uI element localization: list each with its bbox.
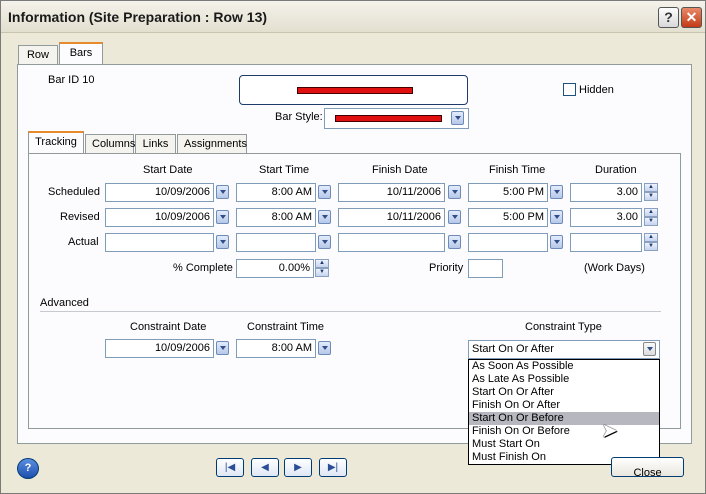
spin-up-icon[interactable]: ▲ bbox=[644, 233, 658, 242]
time-dropdown-icon[interactable] bbox=[550, 185, 563, 199]
bar-preview-swatch bbox=[297, 87, 413, 94]
previous-record-button[interactable]: ◀ bbox=[251, 458, 279, 477]
tab-links[interactable]: Links bbox=[135, 134, 176, 154]
time-dropdown-icon[interactable] bbox=[318, 235, 331, 249]
percent-complete-label: % Complete bbox=[173, 262, 233, 274]
calendar-dropdown-icon[interactable] bbox=[448, 235, 461, 249]
actual-duration[interactable] bbox=[570, 233, 642, 252]
percent-spinner[interactable]: ▲ ▼ bbox=[315, 259, 329, 278]
constraint-date-label: Constraint Date bbox=[130, 321, 207, 333]
col-finish-date: Finish Date bbox=[372, 164, 428, 176]
revised-finish-date[interactable]: 10/11/2006 bbox=[338, 208, 445, 227]
information-dialog: Information (Site Preparation : Row 13) … bbox=[0, 0, 706, 494]
constraint-type-dropdown-list[interactable]: As Soon As Possible As Late As Possible … bbox=[468, 359, 660, 465]
time-dropdown-icon[interactable] bbox=[318, 341, 331, 355]
time-dropdown-icon[interactable] bbox=[318, 185, 331, 199]
duration-spinner[interactable]: ▲ ▼ bbox=[644, 208, 658, 227]
constraint-type-value: Start On Or After bbox=[472, 343, 554, 355]
tab-row[interactable]: Row bbox=[18, 45, 58, 65]
tab-assignments[interactable]: Assignments bbox=[177, 134, 247, 154]
actual-start-date[interactable] bbox=[105, 233, 214, 252]
bar-style-select[interactable] bbox=[324, 108, 469, 129]
col-start-date: Start Date bbox=[143, 164, 193, 176]
advanced-divider bbox=[40, 311, 661, 312]
next-record-button[interactable]: ▶ bbox=[284, 458, 312, 477]
constraint-time-label: Constraint Time bbox=[247, 321, 325, 333]
hidden-label: Hidden bbox=[579, 84, 614, 96]
spin-down-icon[interactable]: ▼ bbox=[644, 217, 658, 226]
close-title-button[interactable]: ✕ bbox=[681, 7, 702, 28]
scheduled-start-time[interactable]: 8:00 AM bbox=[236, 183, 316, 202]
hidden-checkbox[interactable] bbox=[563, 83, 576, 96]
col-duration: Duration bbox=[595, 164, 637, 176]
revised-finish-time[interactable]: 5:00 PM bbox=[468, 208, 548, 227]
list-item[interactable]: Finish On Or After bbox=[469, 399, 659, 412]
work-days-label: (Work Days) bbox=[584, 262, 645, 274]
list-item[interactable]: Finish On Or Before bbox=[469, 425, 659, 438]
priority-label: Priority bbox=[429, 262, 464, 274]
bar-style-label: Bar Style: bbox=[275, 111, 323, 123]
calendar-dropdown-icon[interactable] bbox=[216, 210, 229, 224]
bar-preview bbox=[239, 75, 468, 105]
calendar-dropdown-icon[interactable] bbox=[448, 210, 461, 224]
duration-spinner[interactable]: ▲ ▼ bbox=[644, 233, 658, 252]
spin-up-icon[interactable]: ▲ bbox=[644, 183, 658, 192]
list-item[interactable]: As Late As Possible bbox=[469, 373, 659, 386]
time-dropdown-icon[interactable] bbox=[550, 235, 563, 249]
constraint-date-field[interactable]: 10/09/2006 bbox=[105, 339, 214, 358]
calendar-dropdown-icon[interactable] bbox=[216, 235, 229, 249]
percent-complete-field[interactable]: 0.00% bbox=[236, 259, 314, 278]
mouse-pointer-icon: ➤ bbox=[601, 420, 618, 442]
chevron-down-icon[interactable] bbox=[643, 342, 656, 356]
list-item[interactable]: Start On Or After bbox=[469, 386, 659, 399]
spin-down-icon[interactable]: ▼ bbox=[644, 192, 658, 201]
actual-label: Actual bbox=[68, 236, 99, 248]
help-button[interactable]: ? bbox=[17, 458, 39, 479]
scheduled-finish-date[interactable]: 10/11/2006 bbox=[338, 183, 445, 202]
col-start-time: Start Time bbox=[259, 164, 310, 176]
tab-bars[interactable]: Bars bbox=[59, 42, 103, 65]
actual-start-time[interactable] bbox=[236, 233, 316, 252]
chevron-down-icon[interactable] bbox=[451, 111, 464, 125]
tab-tracking[interactable]: Tracking bbox=[28, 131, 84, 154]
calendar-dropdown-icon[interactable] bbox=[216, 185, 229, 199]
scheduled-label: Scheduled bbox=[48, 186, 100, 198]
help-title-button[interactable]: ? bbox=[658, 7, 679, 28]
scheduled-finish-time[interactable]: 5:00 PM bbox=[468, 183, 548, 202]
revised-start-date[interactable]: 10/09/2006 bbox=[105, 208, 214, 227]
constraint-time-field[interactable]: 8:00 AM bbox=[236, 339, 316, 358]
priority-field[interactable] bbox=[468, 259, 503, 278]
col-finish-time: Finish Time bbox=[489, 164, 546, 176]
time-dropdown-icon[interactable] bbox=[318, 210, 331, 224]
constraint-type-label: Constraint Type bbox=[525, 321, 602, 333]
last-record-button[interactable]: ▶| bbox=[319, 458, 347, 477]
time-dropdown-icon[interactable] bbox=[550, 210, 563, 224]
window-title: Information (Site Preparation : Row 13) bbox=[8, 9, 268, 25]
list-item[interactable]: As Soon As Possible bbox=[469, 360, 659, 373]
advanced-label: Advanced bbox=[40, 297, 89, 309]
spin-down-icon[interactable]: ▼ bbox=[644, 242, 658, 251]
duration-spinner[interactable]: ▲ ▼ bbox=[644, 183, 658, 202]
calendar-dropdown-icon[interactable] bbox=[216, 341, 229, 355]
title-bar: Information (Site Preparation : Row 13) … bbox=[1, 1, 705, 33]
constraint-type-select[interactable]: Start On Or After bbox=[468, 340, 660, 359]
close-button[interactable]: Close bbox=[611, 457, 684, 479]
calendar-dropdown-icon[interactable] bbox=[448, 185, 461, 199]
list-item[interactable]: Must Start On bbox=[469, 438, 659, 451]
revised-start-time[interactable]: 8:00 AM bbox=[236, 208, 316, 227]
list-item-highlighted[interactable]: Start On Or Before bbox=[469, 412, 659, 425]
bar-id-label: Bar ID 10 bbox=[48, 74, 95, 86]
first-record-button[interactable]: |◀ bbox=[216, 458, 244, 477]
scheduled-start-date[interactable]: 10/09/2006 bbox=[105, 183, 214, 202]
actual-finish-date[interactable] bbox=[338, 233, 445, 252]
revised-duration[interactable]: 3.00 bbox=[570, 208, 642, 227]
actual-finish-time[interactable] bbox=[468, 233, 548, 252]
spin-up-icon[interactable]: ▲ bbox=[315, 259, 329, 268]
revised-label: Revised bbox=[60, 211, 100, 223]
spin-up-icon[interactable]: ▲ bbox=[644, 208, 658, 217]
tab-columns[interactable]: Columns bbox=[85, 134, 135, 154]
scheduled-duration[interactable]: 3.00 bbox=[570, 183, 642, 202]
bar-style-swatch bbox=[335, 115, 442, 122]
spin-down-icon[interactable]: ▼ bbox=[315, 268, 329, 277]
